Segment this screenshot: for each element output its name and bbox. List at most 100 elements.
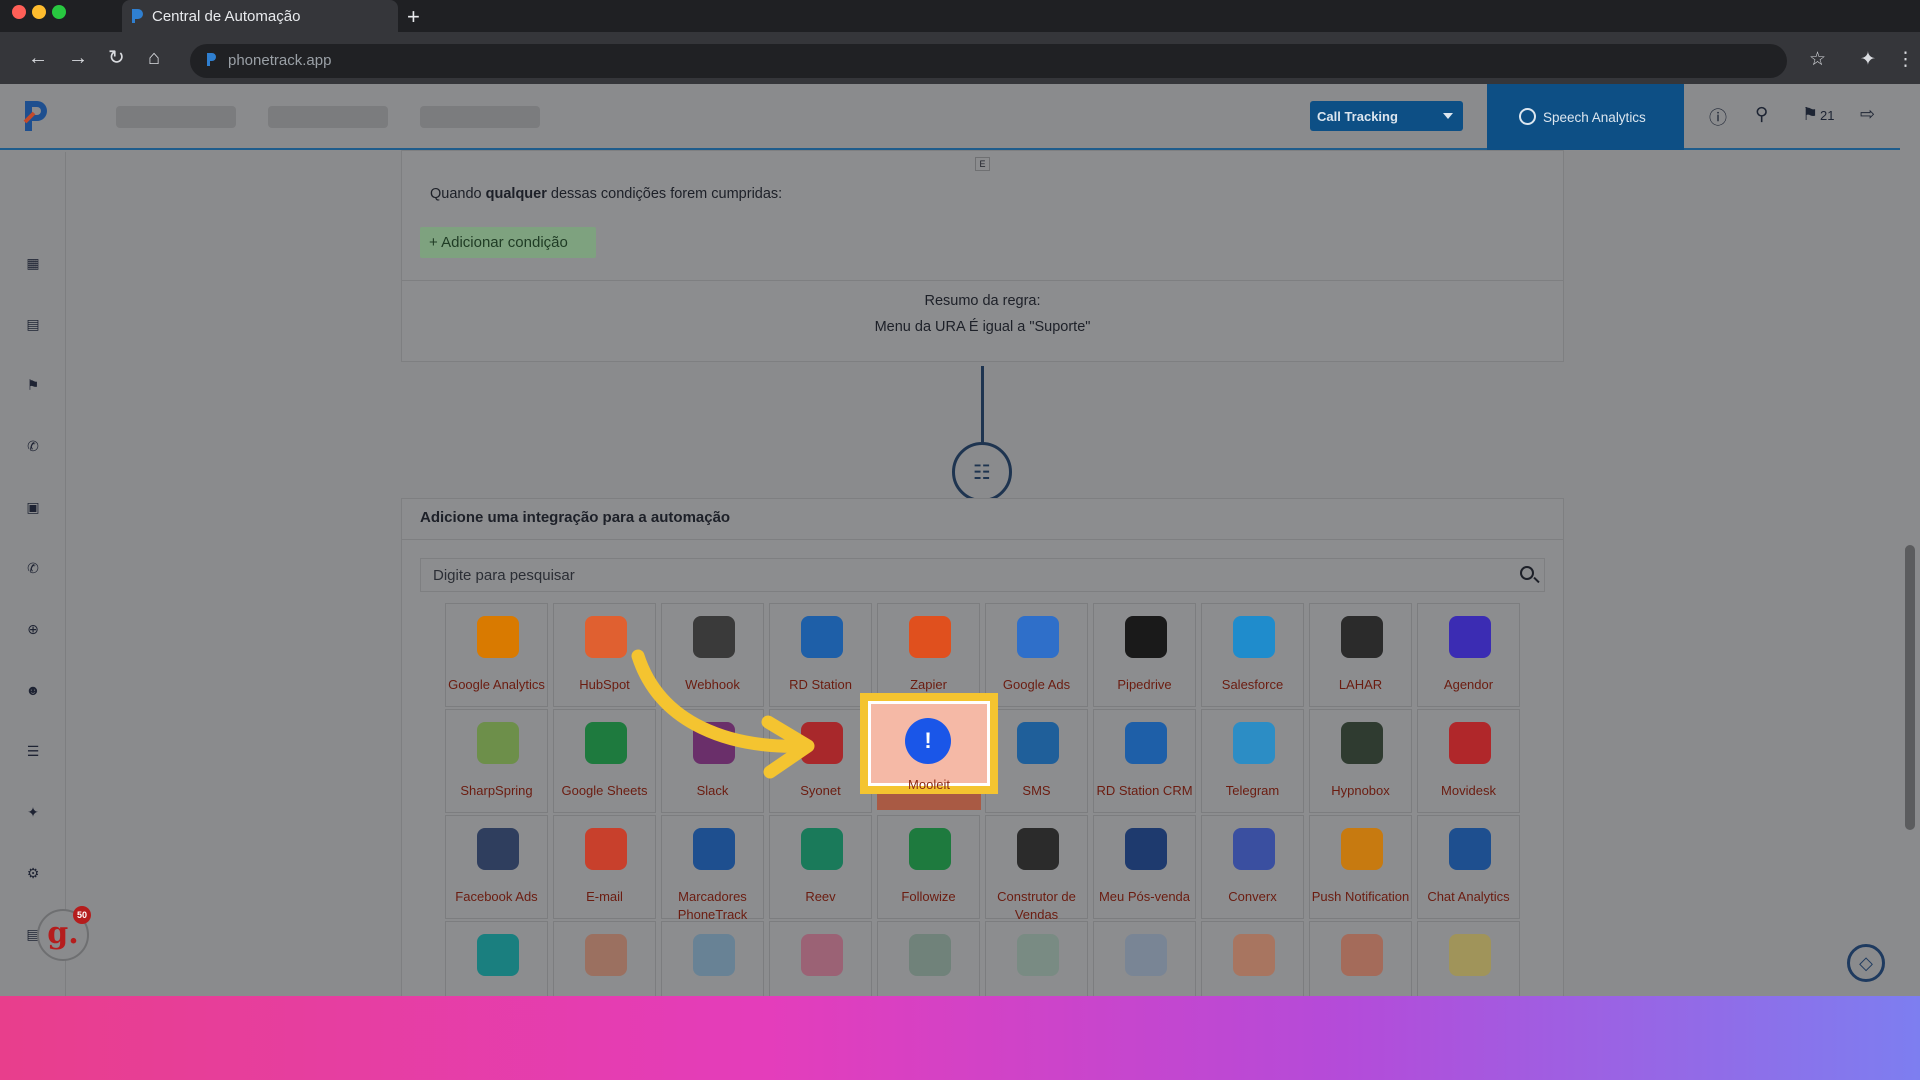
converx-icon: [1233, 828, 1275, 870]
close-window-button[interactable]: [12, 5, 26, 19]
add-condition-button[interactable]: + Adicionar condição: [420, 227, 596, 258]
nav-menu-item-blurred[interactable]: [420, 106, 540, 128]
integration-tile[interactable]: Movidesk: [1417, 709, 1520, 813]
fin-icon: [801, 934, 843, 976]
integration-tile[interactable]: [1201, 921, 1304, 996]
browser-menu-icon[interactable]: ⋮: [1896, 48, 1915, 71]
integration-search-input[interactable]: Digite para pesquisar: [420, 558, 1545, 592]
integration-tile[interactable]: Pipedrive: [1093, 603, 1196, 707]
minimize-window-button[interactable]: [32, 5, 46, 19]
email-icon: [585, 828, 627, 870]
nav-menu-item-blurred[interactable]: [268, 106, 388, 128]
bell-icon[interactable]: ⚑: [1802, 104, 1818, 125]
address-url[interactable]: phonetrack.app: [228, 52, 331, 69]
address-bar[interactable]: [190, 44, 1787, 78]
flow-connector-line: [981, 366, 984, 444]
reev-icon: [801, 828, 843, 870]
integration-tile[interactable]: RD Station CRM: [1093, 709, 1196, 813]
integration-tile[interactable]: E-mail: [553, 815, 656, 919]
integration-tile[interactable]: Agendor: [1417, 603, 1520, 707]
back-icon[interactable]: ←: [28, 48, 48, 68]
forward-icon[interactable]: →: [68, 48, 88, 68]
search-icon[interactable]: [1520, 566, 1534, 580]
puzzle-icon[interactable]: ✦: [25, 805, 41, 819]
integration-tile[interactable]: [1309, 921, 1412, 996]
search-icon[interactable]: ⚲: [1755, 104, 1768, 125]
rule-summary-text: Menu da URA É igual a "Suporte": [874, 319, 1091, 335]
phonetrack-logo-icon[interactable]: [22, 98, 52, 134]
meu-pos-venda-icon: [1125, 828, 1167, 870]
integration-tile[interactable]: Hypnobox: [1309, 709, 1412, 813]
construtor-vendas-icon: [1017, 828, 1059, 870]
google-analytics-icon: [477, 616, 519, 658]
home-icon[interactable]: ⌂: [148, 48, 160, 68]
integration-tile[interactable]: Telegram: [1201, 709, 1304, 813]
integration-tile[interactable]: LAHAR: [1309, 603, 1412, 707]
call-icon[interactable]: ✆: [25, 561, 41, 575]
integration-tile[interactable]: [1417, 921, 1520, 996]
integration-tile[interactable]: Converx: [1201, 815, 1304, 919]
integration-tile[interactable]: Reev: [769, 815, 872, 919]
integration-node-icon[interactable]: ☷: [952, 442, 1012, 502]
nav-menu-item-blurred[interactable]: [116, 106, 236, 128]
highlight-strip: [877, 794, 981, 810]
chevron-down-icon: [1443, 113, 1453, 119]
integration-tile[interactable]: Google Ads: [985, 603, 1088, 707]
integration-tile[interactable]: Salesforce: [1201, 603, 1304, 707]
card-divider: [401, 539, 1564, 540]
integration-tile[interactable]: Facebook Ads: [445, 815, 548, 919]
browser-tab-bar: Central de Automação +: [0, 0, 1920, 32]
users-icon[interactable]: ☻: [25, 683, 41, 697]
browser-tab[interactable]: Central de Automação: [122, 0, 398, 32]
salesforce-icon: [1233, 616, 1275, 658]
cart-icon: [1449, 934, 1491, 976]
pipedrive-icon: [1125, 616, 1167, 658]
integration-tile[interactable]: [877, 921, 980, 996]
integration-tile[interactable]: Followize: [877, 815, 980, 919]
contact-card-icon[interactable]: ▣: [25, 500, 41, 514]
product-select[interactable]: Call Tracking: [1310, 101, 1463, 131]
page-scrollbar-thumb[interactable]: [1905, 545, 1915, 830]
integration-label: Followize: [901, 889, 956, 904]
integration-tile[interactable]: [985, 921, 1088, 996]
logout-icon[interactable]: ⇨: [1860, 104, 1875, 125]
integration-tile[interactable]: Construtor de Vendas: [985, 815, 1088, 922]
integration-label: Hypnobox: [1331, 783, 1390, 798]
g-widget-count: 50: [73, 906, 91, 924]
integration-tile[interactable]: Marcadores PhoneTrack: [661, 815, 764, 922]
flag-icon[interactable]: ⚑: [25, 378, 41, 392]
reload-icon[interactable]: ↻: [108, 48, 125, 68]
phone-icon[interactable]: ✆: [25, 439, 41, 453]
integration-tile[interactable]: Meu Pós-venda: [1093, 815, 1196, 919]
help-icon[interactable]: ⓘ: [1709, 104, 1727, 130]
integration-tile[interactable]: [553, 921, 656, 996]
integration-tile[interactable]: MobiGestor: [445, 921, 548, 996]
integration-tile[interactable]: [769, 921, 872, 996]
automation-icon[interactable]: ⊕: [25, 622, 41, 636]
dashboard-icon[interactable]: ▦: [25, 256, 41, 270]
integration-tile[interactable]: Chat Analytics: [1417, 815, 1520, 919]
settings-gear-icon[interactable]: ⚙: [25, 866, 41, 880]
integration-tile[interactable]: SMS: [985, 709, 1088, 813]
reports-icon[interactable]: ▤: [25, 317, 41, 331]
integration-tile[interactable]: Zapier: [877, 603, 980, 707]
integration-tile[interactable]: [1093, 921, 1196, 996]
site-favicon-icon: [207, 53, 216, 66]
mooleit-icon: !: [905, 718, 951, 764]
integration-tile[interactable]: Google Analytics: [445, 603, 548, 707]
integration-tile[interactable]: SharpSpring: [445, 709, 548, 813]
new-tab-button[interactable]: +: [407, 4, 420, 30]
chat-analytics-icon: [1449, 828, 1491, 870]
page-scrollbar[interactable]: [1900, 84, 1920, 996]
bookmark-star-icon[interactable]: ☆: [1809, 48, 1826, 71]
extensions-icon[interactable]: ✦: [1860, 48, 1876, 71]
integration-tile[interactable]: Push Notification: [1309, 815, 1412, 919]
rd-station-crm-icon: [1125, 722, 1167, 764]
integration-tile[interactable]: [661, 921, 764, 996]
list-icon[interactable]: ☰: [25, 744, 41, 758]
speech-analytics-button[interactable]: Speech Analytics: [1487, 84, 1684, 150]
support-chat-icon[interactable]: ◇: [1847, 944, 1885, 982]
telegram-icon: [1233, 722, 1275, 764]
notifications-count: 21: [1820, 108, 1835, 123]
maximize-window-button[interactable]: [52, 5, 66, 19]
